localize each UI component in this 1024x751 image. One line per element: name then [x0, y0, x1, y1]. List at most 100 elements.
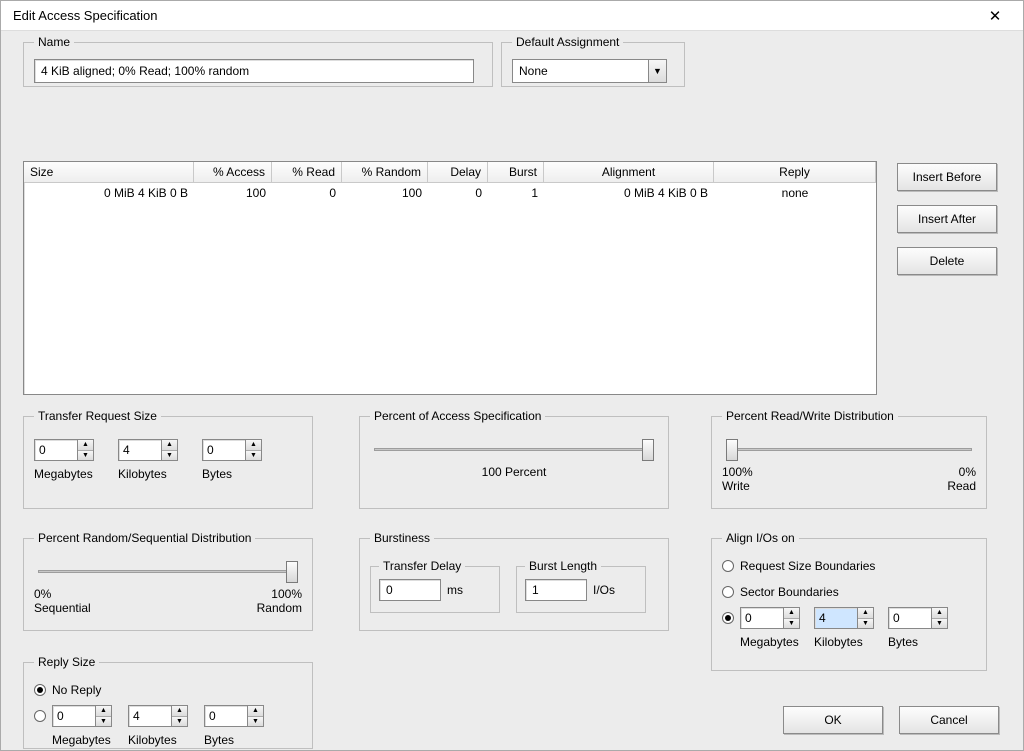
access-spec-list[interactable]: Size % Access % Read % Random Delay Burs… [23, 161, 877, 395]
align-kb-input[interactable] [814, 607, 858, 629]
name-input[interactable] [34, 59, 474, 83]
reply-custom[interactable]: ▲▼ Megabytes ▲▼ Kilobytes [34, 705, 302, 747]
col-size[interactable]: Size [24, 162, 194, 183]
name-legend: Name [34, 35, 74, 49]
default-assignment-dropdown[interactable]: None ▼ [512, 59, 667, 83]
reply-b-input[interactable] [204, 705, 248, 727]
bl-input[interactable] [525, 579, 587, 601]
bl-unit: I/Os [593, 583, 615, 597]
list-row[interactable]: 0 MiB 4 KiB 0 B 100 0 100 0 1 0 MiB 4 Ki… [24, 183, 876, 203]
pct-access-caption: 100 Percent [370, 465, 658, 479]
default-assignment-group: Default Assignment None ▼ [501, 35, 685, 87]
burstiness-group: Burstiness Transfer Delay ms Burst Lengt… [359, 531, 669, 631]
reply-kb-label: Kilobytes [128, 733, 177, 747]
align-opt-request[interactable]: Request Size Boundaries [722, 555, 976, 577]
ok-button[interactable]: OK [783, 706, 883, 734]
down-icon[interactable]: ▼ [932, 619, 947, 629]
default-assignment-value: None [513, 64, 648, 78]
rand-seq-group: Percent Random/Sequential Distribution 0… [23, 531, 313, 631]
down-icon[interactable]: ▼ [248, 717, 263, 727]
up-icon[interactable]: ▲ [932, 608, 947, 619]
down-icon[interactable]: ▼ [172, 717, 187, 727]
trs-mb-spinner[interactable]: ▲▼ [34, 439, 94, 461]
down-icon[interactable]: ▼ [246, 451, 261, 461]
col-access[interactable]: % Access [194, 162, 272, 183]
rs-slider[interactable] [38, 561, 298, 583]
burstiness-legend: Burstiness [370, 531, 434, 545]
rs-legend: Percent Random/Sequential Distribution [34, 531, 255, 545]
name-group: Name [23, 35, 493, 87]
align-mb-spinner[interactable]: ▲▼ [740, 607, 800, 629]
rw-legend: Percent Read/Write Distribution [722, 409, 898, 423]
trs-mb-label: Megabytes [34, 467, 93, 481]
down-icon[interactable]: ▼ [858, 619, 873, 629]
align-opt-sector[interactable]: Sector Boundaries [722, 581, 976, 603]
radio-icon [722, 560, 734, 572]
radio-icon [722, 586, 734, 598]
insert-after-button[interactable]: Insert After [897, 205, 997, 233]
rs-left-bot: Sequential [34, 601, 91, 615]
align-b-label: Bytes [888, 635, 918, 649]
up-icon[interactable]: ▲ [246, 440, 261, 451]
up-icon[interactable]: ▲ [248, 706, 263, 717]
pct-access-slider[interactable] [374, 439, 654, 461]
trs-b-spinner[interactable]: ▲▼ [202, 439, 262, 461]
insert-before-button[interactable]: Insert Before [897, 163, 997, 191]
rw-right-bot: Read [947, 479, 976, 493]
up-icon[interactable]: ▲ [784, 608, 799, 619]
td-input[interactable] [379, 579, 441, 601]
col-read[interactable]: % Read [272, 162, 342, 183]
align-b-input[interactable] [888, 607, 932, 629]
align-b-spinner[interactable]: ▲▼ [888, 607, 948, 629]
align-kb-label: Kilobytes [814, 635, 863, 649]
rw-slider[interactable] [726, 439, 972, 461]
reply-legend: Reply Size [34, 655, 99, 669]
cell-burst: 1 [488, 183, 544, 203]
reply-b-spinner[interactable]: ▲▼ [204, 705, 264, 727]
cell-access: 100 [194, 183, 272, 203]
up-icon[interactable]: ▲ [172, 706, 187, 717]
reply-kb-input[interactable] [128, 705, 172, 727]
trs-kb-input[interactable] [118, 439, 162, 461]
down-icon[interactable]: ▼ [784, 619, 799, 629]
down-icon[interactable]: ▼ [78, 451, 93, 461]
chevron-down-icon[interactable]: ▼ [648, 60, 666, 82]
align-kb-spinner[interactable]: ▲▼ [814, 607, 874, 629]
radio-icon [722, 612, 734, 624]
reply-mb-label: Megabytes [52, 733, 111, 747]
trs-kb-spinner[interactable]: ▲▼ [118, 439, 178, 461]
col-alignment[interactable]: Alignment [544, 162, 714, 183]
up-icon[interactable]: ▲ [162, 440, 177, 451]
up-icon[interactable]: ▲ [858, 608, 873, 619]
cell-delay: 0 [428, 183, 488, 203]
trs-mb-input[interactable] [34, 439, 78, 461]
align-mb-input[interactable] [740, 607, 784, 629]
col-burst[interactable]: Burst [488, 162, 544, 183]
trs-b-input[interactable] [202, 439, 246, 461]
col-reply[interactable]: Reply [714, 162, 876, 183]
dialog-window: Edit Access Specification ✕ Name Default… [0, 0, 1024, 751]
td-unit: ms [447, 583, 463, 597]
up-icon[interactable]: ▲ [96, 706, 111, 717]
reply-mb-spinner[interactable]: ▲▼ [52, 705, 112, 727]
reply-kb-spinner[interactable]: ▲▼ [128, 705, 188, 727]
col-delay[interactable]: Delay [428, 162, 488, 183]
up-icon[interactable]: ▲ [78, 440, 93, 451]
col-random[interactable]: % Random [342, 162, 428, 183]
align-opt2-label: Sector Boundaries [740, 585, 839, 599]
align-opt-custom[interactable]: ▲▼ Megabytes ▲▼ Kilobytes [722, 607, 976, 649]
radio-icon [34, 684, 46, 696]
down-icon[interactable]: ▼ [96, 717, 111, 727]
down-icon[interactable]: ▼ [162, 451, 177, 461]
trs-legend: Transfer Request Size [34, 409, 161, 423]
cancel-button[interactable]: Cancel [899, 706, 999, 734]
default-assignment-legend: Default Assignment [512, 35, 623, 49]
reply-no-reply[interactable]: No Reply [34, 679, 302, 701]
rs-right-top: 100% [257, 587, 302, 601]
reply-mb-input[interactable] [52, 705, 96, 727]
close-icon[interactable]: ✕ [975, 2, 1015, 30]
delete-button[interactable]: Delete [897, 247, 997, 275]
align-legend: Align I/Os on [722, 531, 799, 545]
align-group: Align I/Os on Request Size Boundaries Se… [711, 531, 987, 671]
percent-access-group: Percent of Access Specification 100 Perc… [359, 409, 669, 509]
